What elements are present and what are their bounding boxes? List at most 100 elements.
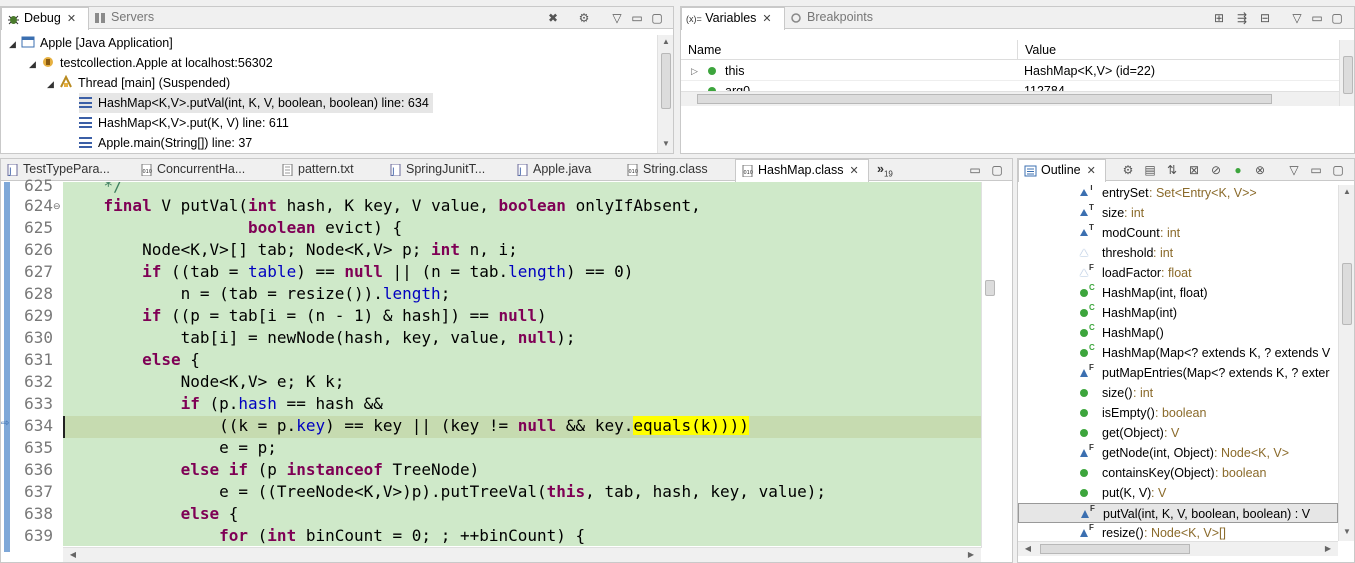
editor-tab-springjunit[interactable]: J SpringJunitT...: [384, 159, 504, 181]
scrollbar-thumb[interactable]: [1040, 544, 1190, 554]
editor-tab-string[interactable]: 010 String.class: [621, 159, 731, 181]
stack-frame-put[interactable]: HashMap<K,V>.put(K, V) line: 611: [79, 113, 289, 133]
editor-horizontal-scrollbar[interactable]: ◀ ▶: [63, 547, 981, 562]
code-line: else if (p instanceof TreeNode): [180, 460, 480, 479]
close-icon[interactable]: ✕: [762, 13, 771, 25]
scrollbar-thumb[interactable]: [1343, 56, 1353, 94]
scroll-right-icon[interactable]: ▶: [1320, 544, 1336, 553]
expand-triangle-icon[interactable]: ▷: [691, 61, 698, 81]
outline-item[interactable]: containsKey(Object) : boolean: [1018, 463, 1338, 483]
maximize-icon[interactable]: ▢: [989, 162, 1005, 178]
column-header-value[interactable]: Value: [1018, 40, 1343, 60]
scrollbar-thumb[interactable]: [697, 94, 1272, 104]
line-number-gutter[interactable]: ⇨ ⊖ 625 624 625 626 627 628 629 630 631 …: [1, 176, 63, 552]
variables-vertical-scrollbar[interactable]: [1339, 40, 1354, 106]
stack-frame-main[interactable]: Apple.main(String[]) line: 37: [79, 133, 252, 153]
outline-item[interactable]: FgetNode(int, Object) : Node<K, V>: [1018, 443, 1338, 463]
maximize-icon[interactable]: ▢: [1330, 162, 1346, 178]
minimize-icon[interactable]: ▭: [1309, 10, 1325, 26]
collapse-all-icon[interactable]: ⚙: [1120, 162, 1136, 178]
tab-servers[interactable]: Servers: [89, 7, 169, 29]
maximize-icon[interactable]: ▢: [1329, 10, 1345, 26]
sort-icon[interactable]: ⇅: [1164, 162, 1180, 178]
variables-horizontal-scrollbar[interactable]: [681, 91, 1343, 106]
modifier-badge: C: [1089, 283, 1095, 292]
close-icon[interactable]: ✕: [67, 13, 76, 25]
tree-item-thread[interactable]: ◢ Thread [main] (Suspended): [47, 73, 230, 93]
stack-frame-putval[interactable]: HashMap<K,V>.putVal(int, K, V, boolean, …: [79, 93, 433, 113]
outline-item[interactable]: FloadFactor : float: [1018, 263, 1338, 283]
outline-item[interactable]: FputMapEntries(Map<? extends K, ? exter: [1018, 363, 1338, 383]
scroll-up-icon[interactable]: ▲: [658, 37, 673, 46]
tab-breakpoints[interactable]: Breakpoints: [785, 7, 885, 29]
show-logical-structure-icon[interactable]: ⇶: [1234, 10, 1250, 26]
collapse-toggle-icon[interactable]: ⊖: [53, 201, 61, 212]
editor-tab-hashmap[interactable]: 010 HashMap.class ✕: [735, 159, 869, 182]
tab-variables[interactable]: (x)= Variables ✕: [681, 7, 785, 30]
scroll-up-icon[interactable]: ▲: [1339, 187, 1354, 196]
outline-item[interactable]: size() : int: [1018, 383, 1338, 403]
editor-tab-apple[interactable]: J Apple.java: [511, 159, 615, 181]
maximize-icon[interactable]: ▢: [649, 10, 665, 26]
outline-item[interactable]: C HashMap(int): [1018, 303, 1338, 323]
outline-item[interactable]: threshold : int: [1018, 243, 1338, 263]
debug-vertical-scrollbar[interactable]: ▲ ▼: [657, 35, 673, 153]
outline-item[interactable]: get(Object) : V: [1018, 423, 1338, 443]
hide-fields-icon[interactable]: ⊠: [1186, 162, 1202, 178]
outline-item[interactable]: isEmpty() : boolean: [1018, 403, 1338, 423]
remove-all-terminated-icon[interactable]: ✖: [545, 10, 561, 26]
outline-horizontal-scrollbar[interactable]: ◀ ▶: [1018, 541, 1338, 556]
editor-tab-concurrentha[interactable]: 010 ConcurrentHa...: [135, 159, 257, 181]
expand-triangle-icon[interactable]: ◢: [29, 54, 41, 74]
outline-item[interactable]: Fresize() : Node<K, V>[]: [1018, 523, 1338, 541]
show-type-names-icon[interactable]: ⊞: [1211, 10, 1227, 26]
variable-row-arg0[interactable]: arg0 112784: [681, 81, 1343, 91]
outline-item[interactable]: C HashMap(Map<? extends K, ? extends V: [1018, 343, 1338, 363]
editor-tab-pattern[interactable]: pattern.txt: [276, 159, 384, 181]
scroll-down-icon[interactable]: ▼: [658, 139, 673, 148]
close-icon[interactable]: ✕: [849, 165, 858, 177]
outline-tree[interactable]: TentrySet : Set<Entry<K, V>> Tsize : int T…: [1018, 185, 1338, 541]
tree-item-jvm[interactable]: ◢ testcollection.Apple at localhost:56302: [29, 53, 273, 73]
minimize-icon[interactable]: ▭: [1308, 162, 1324, 178]
outline-item[interactable]: TmodCount : int: [1018, 223, 1338, 243]
hide-local-types-icon[interactable]: ⊗: [1252, 162, 1268, 178]
editor-tabs-overflow[interactable]: »19: [873, 159, 903, 181]
column-header-name[interactable]: Name: [681, 40, 1018, 60]
outline-item[interactable]: C HashMap(): [1018, 323, 1338, 343]
outline-item[interactable]: TentrySet : Set<Entry<K, V>>: [1018, 185, 1338, 203]
outline-vertical-scrollbar[interactable]: ▲ ▼: [1338, 185, 1354, 541]
modifier-badge: T: [1089, 185, 1094, 192]
close-icon[interactable]: ✕: [1087, 165, 1096, 177]
outline-item[interactable]: Tsize : int: [1018, 203, 1338, 223]
hide-nonpublic-icon[interactable]: ●: [1230, 162, 1246, 178]
scrollbar-thumb[interactable]: [1342, 263, 1352, 325]
outline-item[interactable]: FputVal(int, K, V, boolean, boolean) : V: [1018, 503, 1338, 523]
scroll-left-icon[interactable]: ◀: [1020, 544, 1036, 553]
view-menu-icon[interactable]: ▽: [1286, 162, 1302, 178]
scroll-right-icon[interactable]: ▶: [963, 550, 979, 559]
minimize-icon[interactable]: ▭: [967, 162, 983, 178]
variable-row-this[interactable]: ▷ this HashMap<K,V> (id=22): [681, 61, 1343, 81]
tree-item-application[interactable]: ◢ Apple [Java Application]: [9, 33, 173, 53]
view-menu-icon[interactable]: ▽: [609, 10, 625, 26]
view-menu-icon[interactable]: ▽: [1289, 10, 1305, 26]
code-editor[interactable]: */ final V putVal(int hash, K key, V val…: [63, 182, 981, 546]
scroll-left-icon[interactable]: ◀: [65, 550, 81, 559]
show-fields-icon[interactable]: ▤: [1142, 162, 1158, 178]
collapse-all-icon[interactable]: ⊟: [1257, 10, 1273, 26]
outline-item[interactable]: C HashMap(int, float): [1018, 283, 1338, 303]
scrollbar-thumb[interactable]: [985, 280, 995, 296]
outline-item[interactable]: put(K, V) : V: [1018, 483, 1338, 503]
tab-outline[interactable]: Outline ✕: [1018, 159, 1106, 182]
scrollbar-thumb[interactable]: [661, 53, 671, 109]
minimize-icon[interactable]: ▭: [629, 10, 645, 26]
expand-triangle-icon[interactable]: ◢: [9, 34, 21, 54]
editor-vertical-scrollbar[interactable]: [981, 182, 998, 548]
text-file-icon: [282, 164, 293, 176]
scroll-down-icon[interactable]: ▼: [1339, 527, 1354, 536]
tab-debug[interactable]: Debug ✕: [1, 7, 89, 30]
threads-icon[interactable]: ⚙: [576, 10, 592, 26]
hide-static-icon[interactable]: ⊘: [1208, 162, 1224, 178]
expand-triangle-icon[interactable]: ◢: [47, 74, 59, 94]
